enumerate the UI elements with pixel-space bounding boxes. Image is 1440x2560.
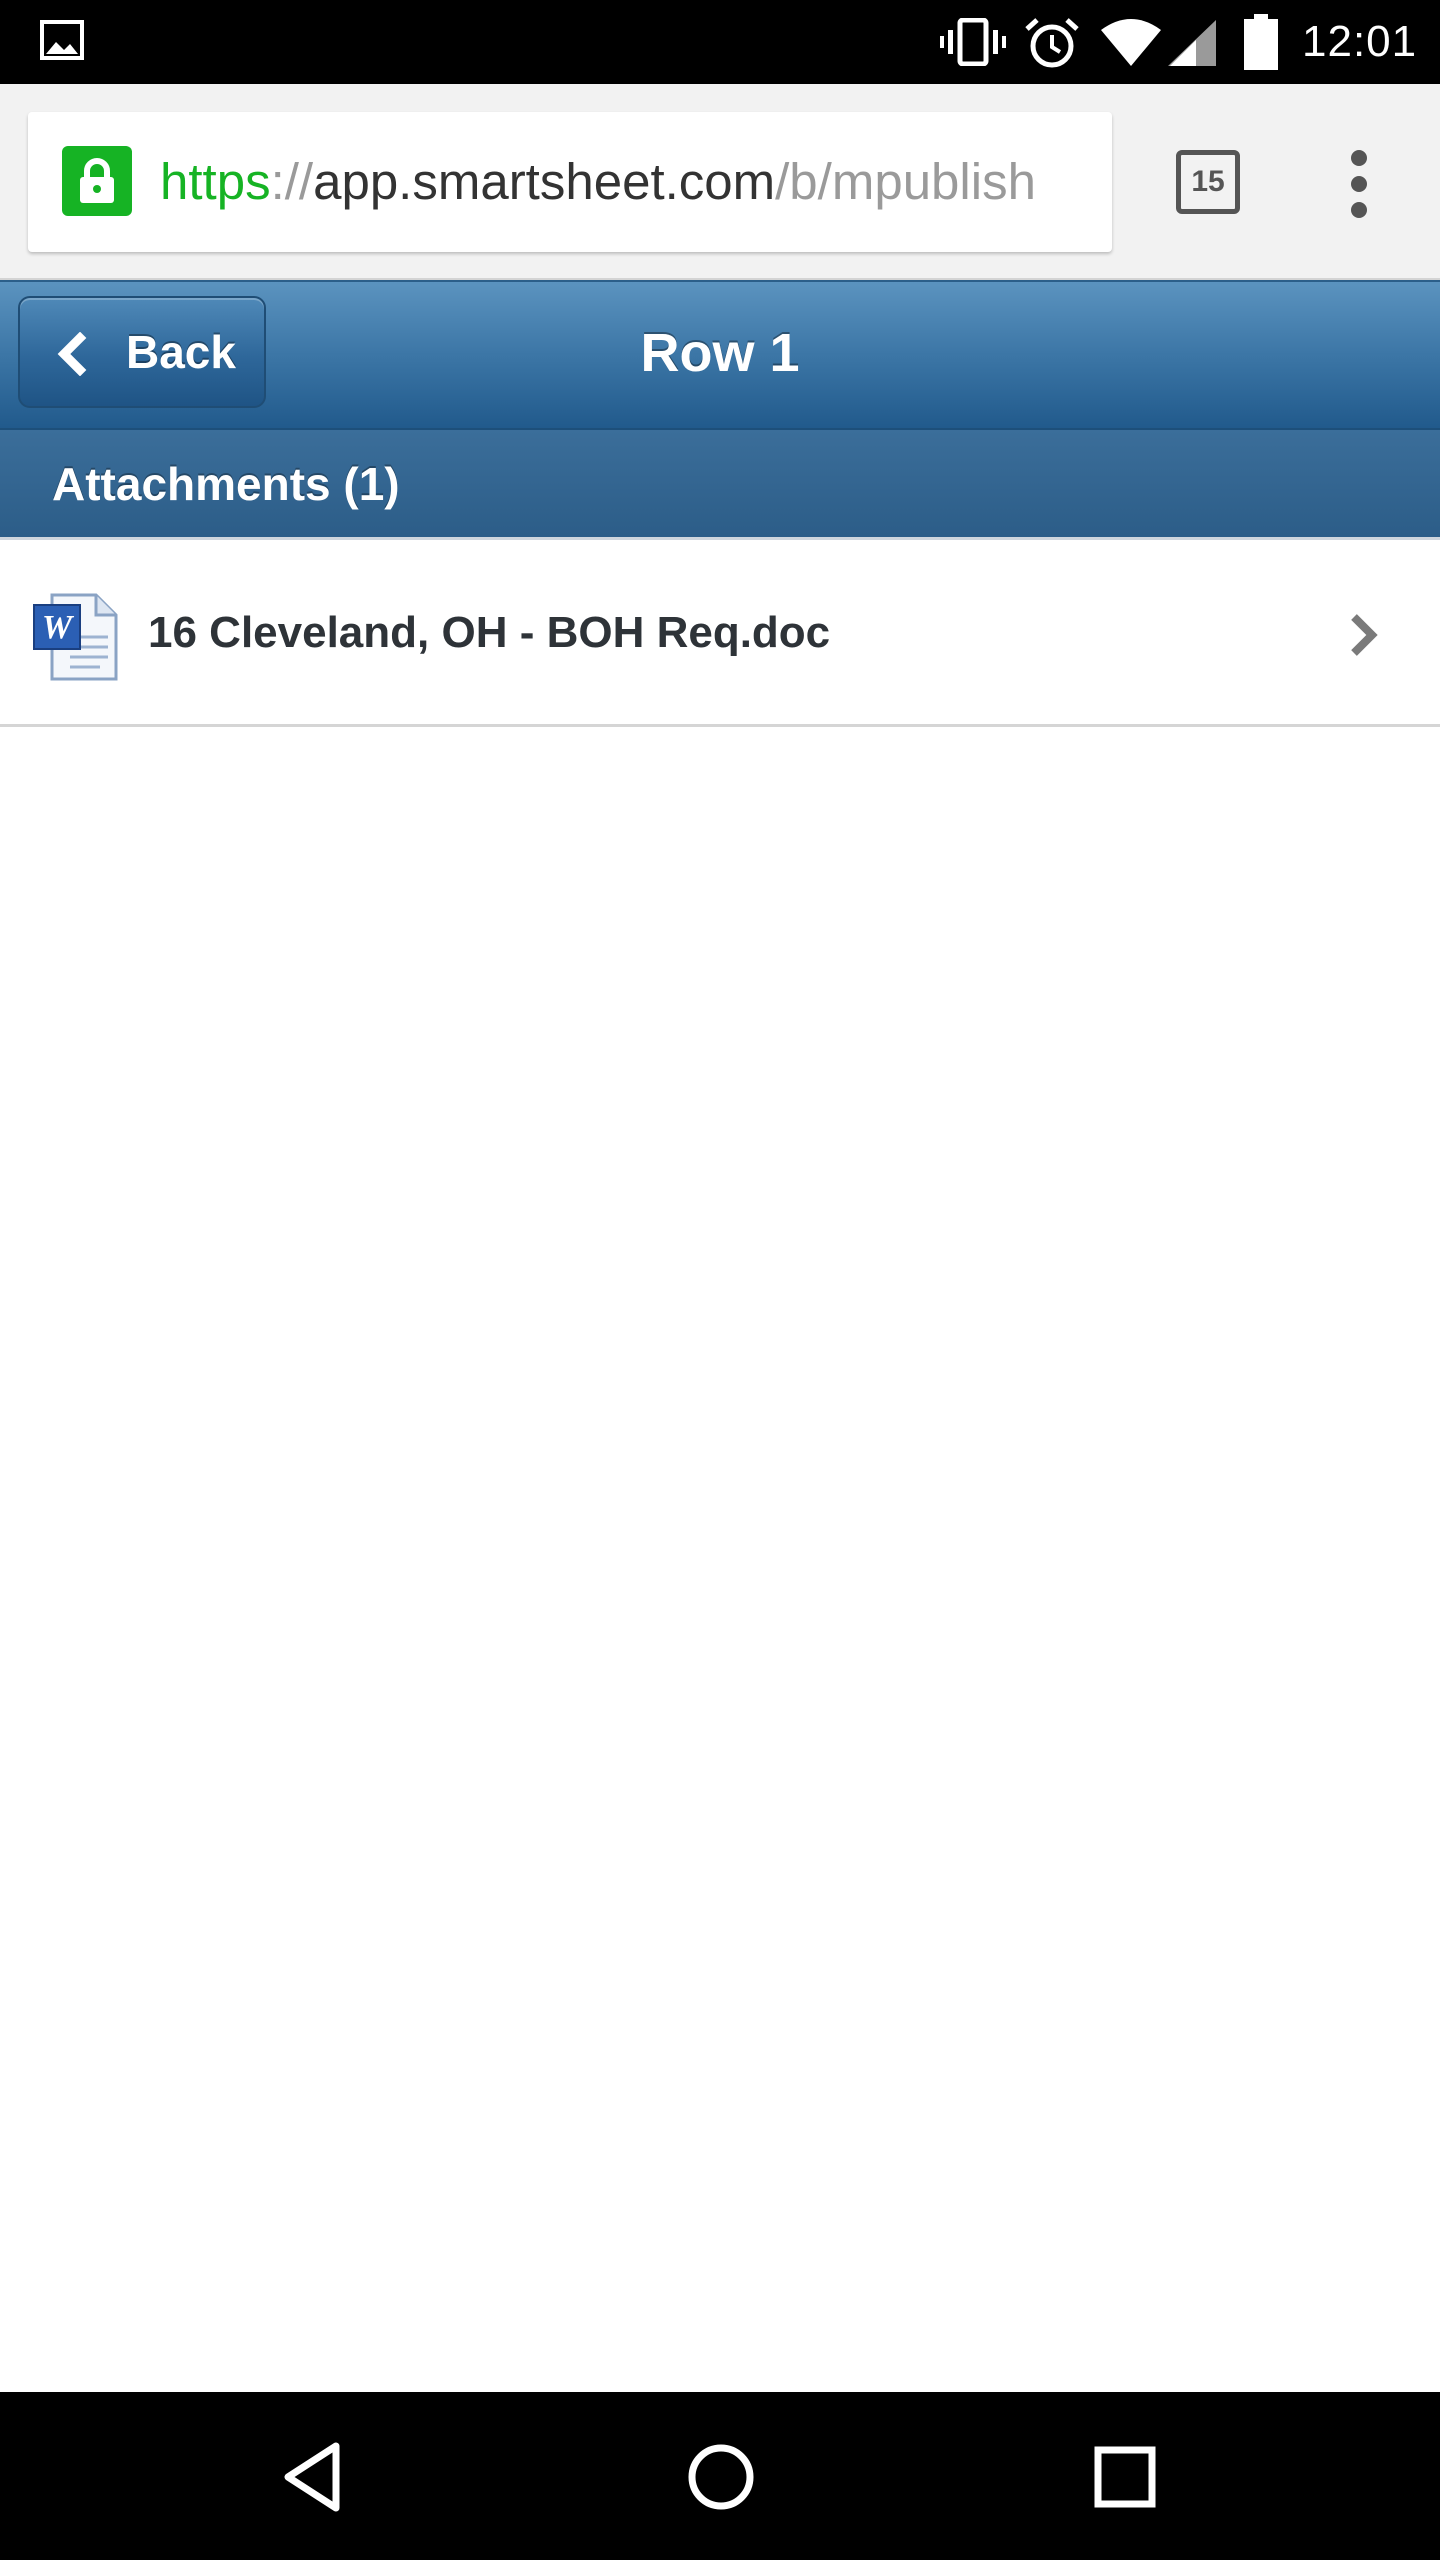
url-host: app.smartsheet.com bbox=[313, 153, 776, 210]
home-circle-icon[interactable] bbox=[676, 2432, 766, 2522]
status-clock: 12:01 bbox=[1302, 17, 1418, 66]
alarm-icon bbox=[1025, 18, 1079, 68]
overflow-menu-icon[interactable] bbox=[1340, 150, 1380, 218]
svg-text:W: W bbox=[42, 609, 75, 646]
chevron-right-icon bbox=[1351, 614, 1378, 656]
vibrate-icon bbox=[940, 18, 1006, 66]
attachments-section-header: Attachments (1) bbox=[0, 430, 1440, 540]
chevron-left-icon bbox=[57, 332, 87, 376]
lock-icon bbox=[62, 146, 132, 216]
url-bar[interactable]: https://app.smartsheet.com/b/mpublish bbox=[28, 112, 1112, 252]
system-nav-bar bbox=[0, 2392, 1440, 2560]
url-path: /b/mpublish bbox=[775, 153, 1036, 210]
back-button[interactable]: Back bbox=[18, 296, 266, 408]
url-scheme: https bbox=[160, 153, 271, 210]
url-text: https://app.smartsheet.com/b/mpublish bbox=[160, 150, 1036, 214]
battery-icon bbox=[1244, 14, 1278, 70]
gallery-icon bbox=[40, 20, 84, 60]
back-triangle-icon[interactable] bbox=[270, 2432, 360, 2522]
browser-toolbar: https://app.smartsheet.com/b/mpublish 15 bbox=[0, 84, 1440, 280]
app-header: Back Row 1 bbox=[0, 280, 1440, 430]
wifi-icon bbox=[1101, 19, 1161, 66]
section-title: Attachments (1) bbox=[52, 458, 400, 510]
url-separator: :// bbox=[270, 153, 314, 210]
word-doc-icon: W bbox=[33, 593, 118, 681]
back-button-label: Back bbox=[126, 326, 236, 378]
status-bar: 12:01 bbox=[0, 0, 1440, 84]
recents-square-icon[interactable] bbox=[1080, 2432, 1170, 2522]
list-item[interactable]: W 16 Cleveland, OH - BOH Req.doc bbox=[0, 543, 1440, 727]
attachment-name: 16 Cleveland, OH - BOH Req.doc bbox=[148, 608, 831, 657]
tab-switcher-button[interactable]: 15 bbox=[1176, 150, 1240, 214]
signal-icon bbox=[1168, 20, 1216, 66]
